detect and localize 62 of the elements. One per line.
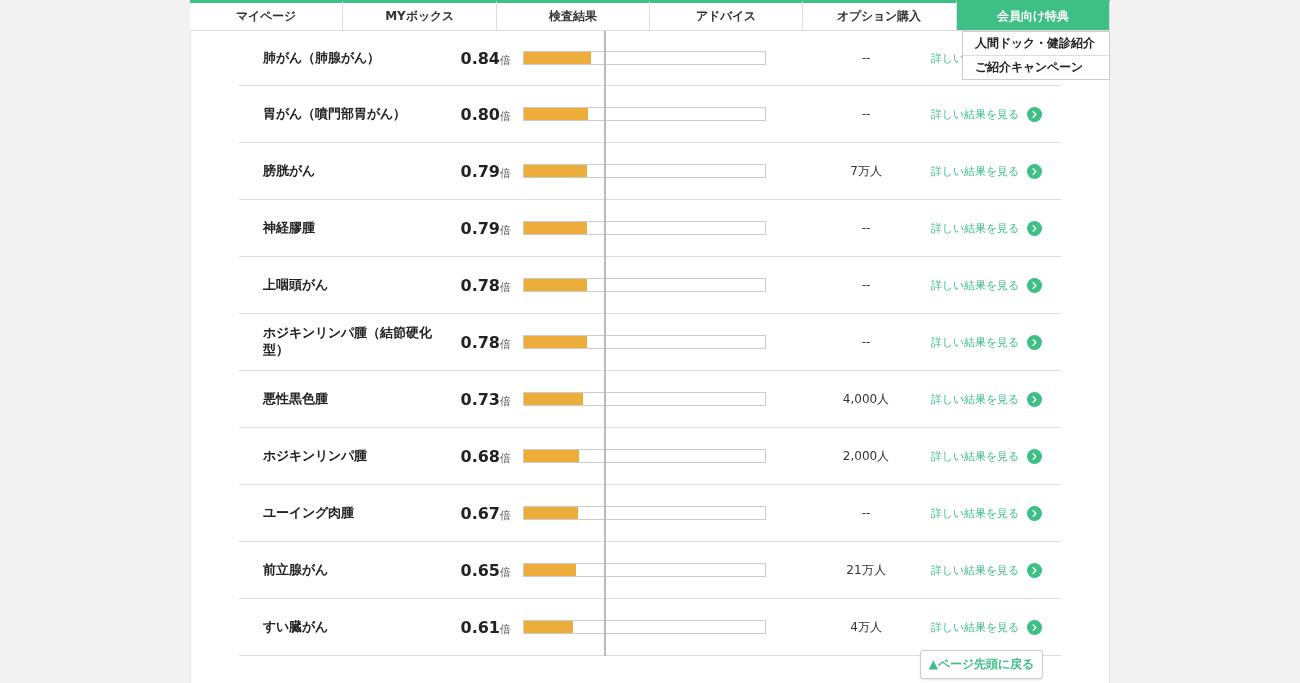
risk-value: 0.78倍 xyxy=(459,275,511,295)
nav-tab[interactable]: オプション購入 xyxy=(803,0,957,31)
detail-link[interactable]: 詳しい結果を見る xyxy=(931,163,1042,179)
chevron-right-icon xyxy=(1027,220,1042,236)
chevron-right-icon xyxy=(1027,106,1042,122)
chevron-right-icon xyxy=(1027,391,1042,407)
cancer-name: 膀胱がん xyxy=(263,162,316,180)
cancer-name: 上咽頭がん xyxy=(263,276,329,294)
cancer-name: すい臓がん xyxy=(263,618,329,636)
cancer-name: 胃がん（噴門部胃がん） xyxy=(263,105,407,123)
chevron-right-icon xyxy=(1027,334,1042,350)
risk-value: 0.78倍 xyxy=(459,332,511,352)
risk-value: 0.79倍 xyxy=(459,218,511,238)
patient-count: -- xyxy=(860,335,872,349)
patient-count: 2,000人 xyxy=(841,447,891,465)
detail-link[interactable]: 詳しい結果を見る xyxy=(931,277,1042,293)
risk-value: 0.65倍 xyxy=(459,560,511,580)
cancer-name: ホジキンリンパ腫 xyxy=(263,447,368,465)
patient-count: 21万人 xyxy=(845,561,887,579)
risk-value: 0.68倍 xyxy=(459,446,511,466)
menu-item[interactable]: 人間ドック・健診紹介 xyxy=(963,32,1109,56)
detail-link[interactable]: 詳しい結果を見る xyxy=(931,448,1042,464)
nav-tab[interactable]: 検査結果 xyxy=(496,0,650,31)
patient-count: 4,000人 xyxy=(841,390,891,408)
chevron-right-icon xyxy=(1027,448,1042,464)
risk-value: 0.79倍 xyxy=(459,161,511,181)
detail-link[interactable]: 詳しい結果を見る xyxy=(931,334,1042,350)
detail-link[interactable]: 詳しい結果を見る xyxy=(931,106,1042,122)
patient-count: -- xyxy=(860,506,872,520)
back-to-top-button[interactable]: ▲ページ先頭に戻る xyxy=(919,650,1043,679)
nav-tab[interactable]: マイページ xyxy=(190,0,344,31)
nav-tab[interactable]: 会員向け特典 xyxy=(956,0,1110,31)
chevron-right-icon xyxy=(1027,619,1042,635)
risk-value: 0.61倍 xyxy=(459,617,511,637)
risk-value: 0.80倍 xyxy=(459,104,511,124)
chevron-right-icon xyxy=(1027,277,1042,293)
cancer-name: 神経膠腫 xyxy=(263,219,316,237)
detail-link[interactable]: 詳しい結果を見る xyxy=(931,619,1042,635)
risk-value: 0.67倍 xyxy=(459,503,511,523)
patient-count: -- xyxy=(860,278,872,292)
risk-value: 0.73倍 xyxy=(459,389,511,409)
detail-link[interactable]: 詳しい結果を見る xyxy=(931,220,1042,236)
cancer-name: 前立腺がん xyxy=(263,561,329,579)
patient-count: 4万人 xyxy=(849,618,883,636)
nav-tab[interactable]: MYボックス xyxy=(343,0,497,31)
patient-count: -- xyxy=(860,107,872,121)
menu-item[interactable]: ご紹介キャンペーン xyxy=(963,56,1109,79)
detail-link[interactable]: 詳しい結果を見る xyxy=(931,391,1042,407)
chevron-right-icon xyxy=(1027,505,1042,521)
patient-count: -- xyxy=(860,51,872,65)
detail-link[interactable]: 詳しい結果を見る xyxy=(931,562,1042,578)
chevron-right-icon xyxy=(1027,163,1042,179)
cancer-name: ユーイング肉腫 xyxy=(263,504,355,522)
detail-link[interactable]: 詳しい結果を見る xyxy=(931,505,1042,521)
nav-tab[interactable]: アドバイス xyxy=(650,0,804,31)
risk-value: 0.84倍 xyxy=(459,48,511,68)
chevron-right-icon xyxy=(1027,562,1042,578)
cancer-name: ホジキンリンパ腫（結節硬化型） xyxy=(263,325,433,359)
cancer-name: 悪性黒色腫 xyxy=(263,390,329,408)
patient-count: -- xyxy=(860,221,872,235)
patient-count: 7万人 xyxy=(849,162,883,180)
cancer-name: 肺がん（肺腺がん） xyxy=(263,49,381,67)
